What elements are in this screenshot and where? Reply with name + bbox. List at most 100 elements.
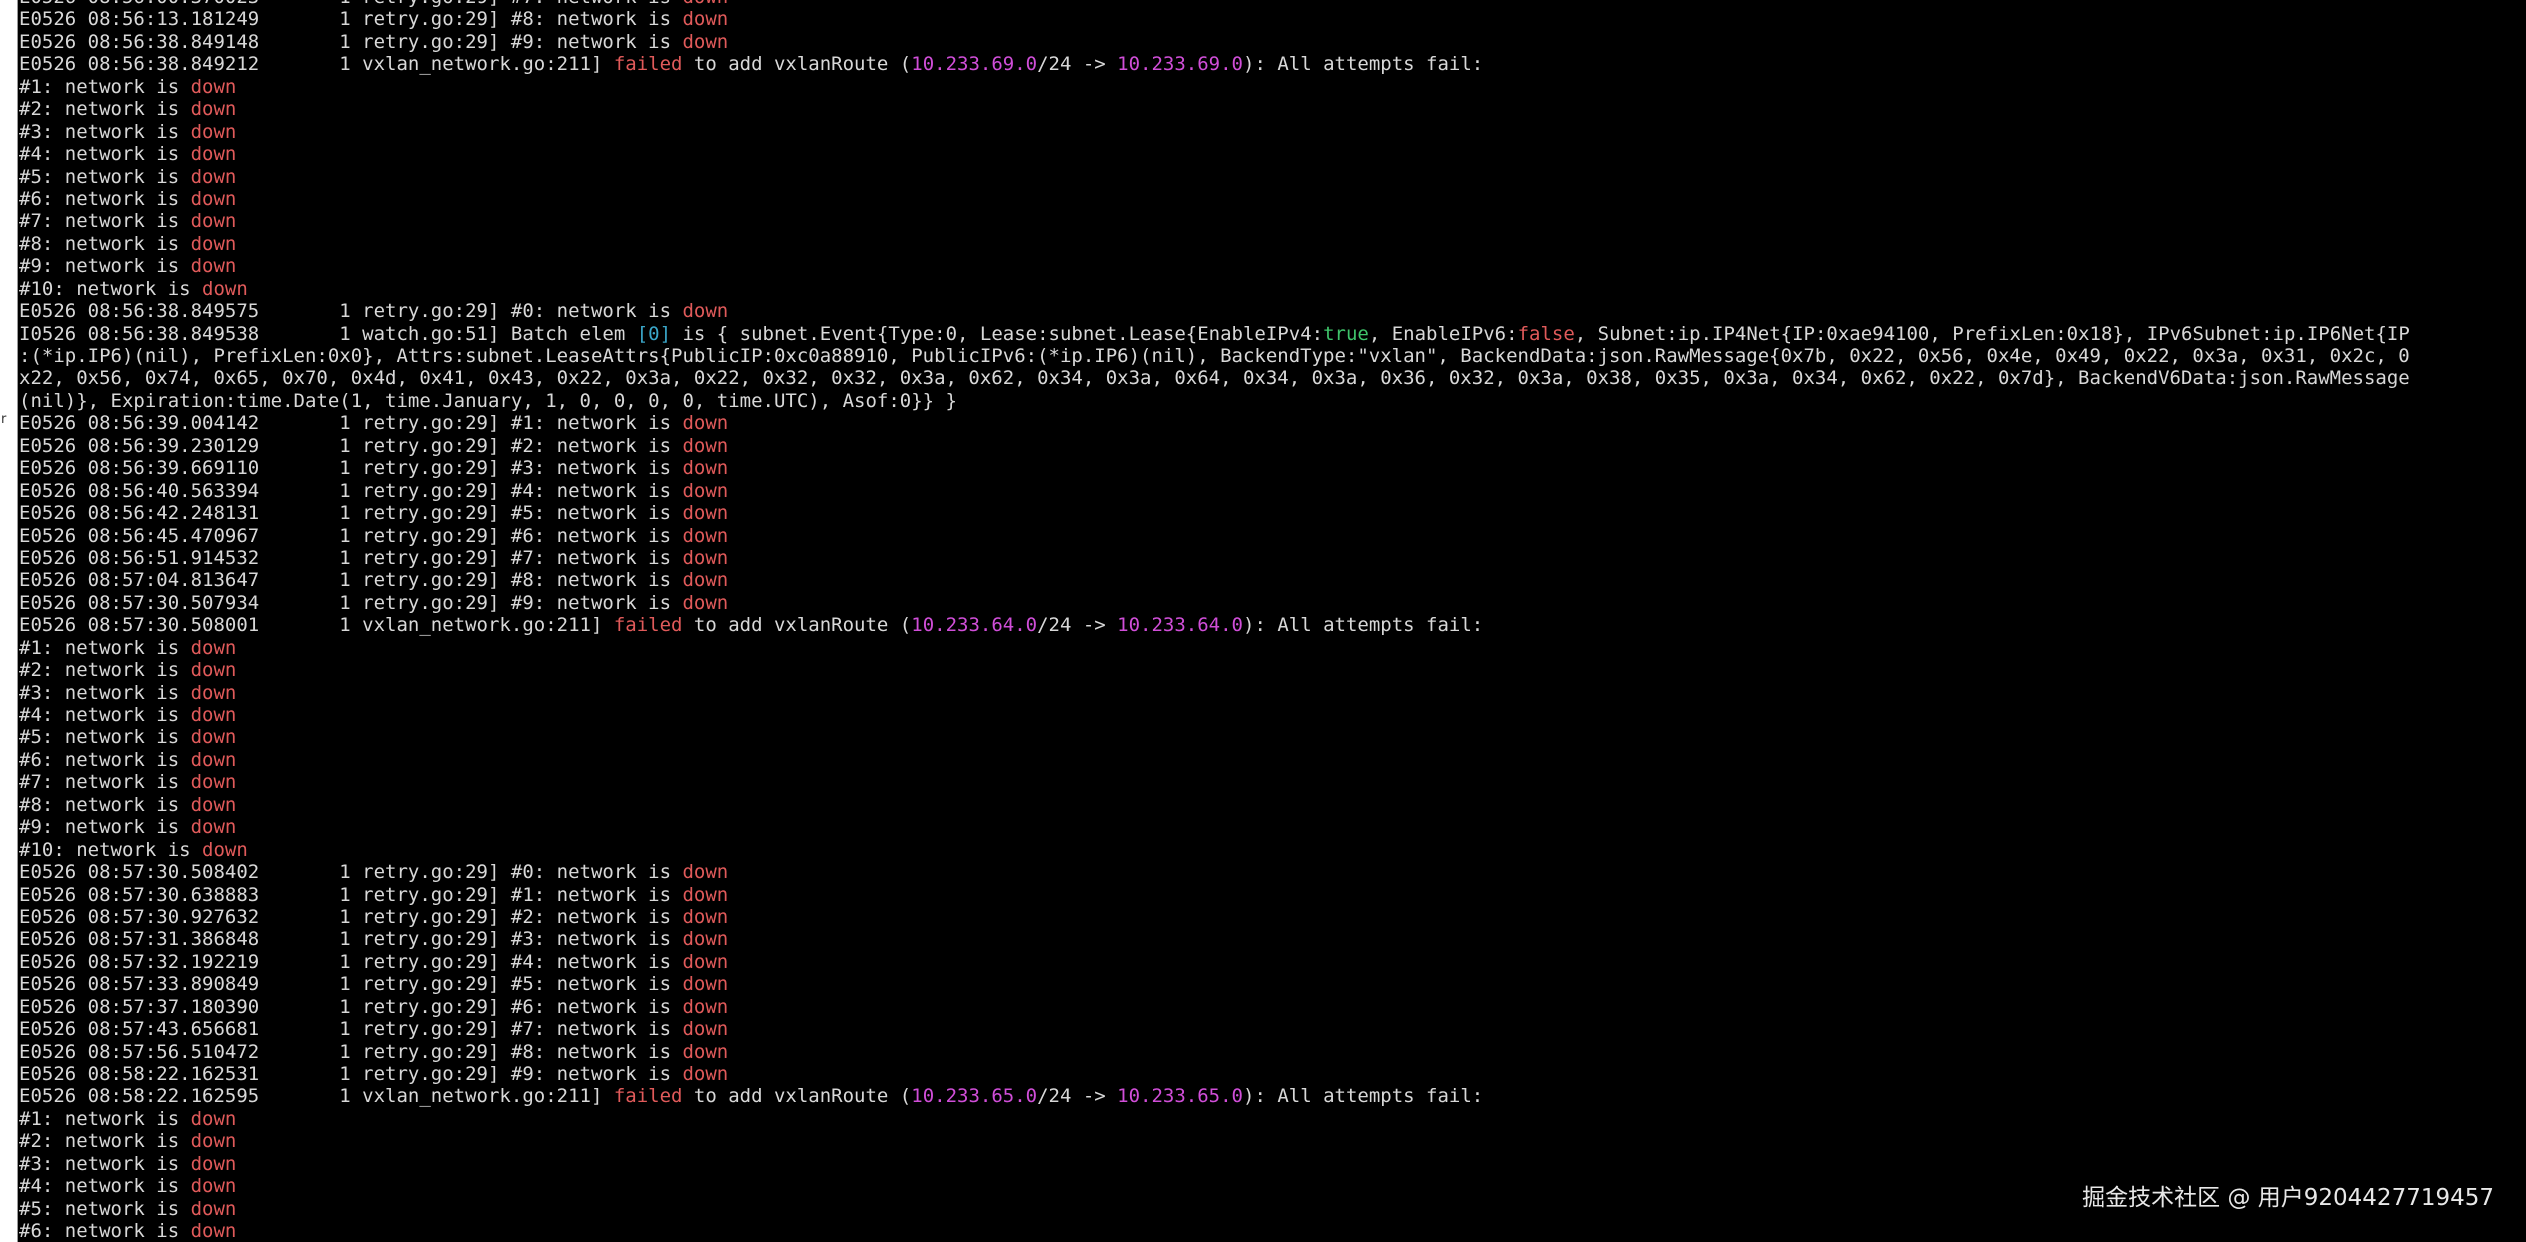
highlighted-token: down <box>190 704 237 726</box>
log-text: #5: network is <box>19 726 191 749</box>
log-text: to add vxlanRoute ( <box>682 614 912 637</box>
log-line: E0526 08:57:31.386848 1 retry.go:29] #3:… <box>19 928 2526 950</box>
highlighted-token: down <box>682 457 729 480</box>
log-line: E0526 08:57:37.180390 1 retry.go:29] #6:… <box>19 996 2526 1018</box>
log-text: (nil)}, Expiration:time.Date(1, time.Jan… <box>19 389 957 412</box>
log-line: #3: network is down <box>19 121 2526 143</box>
highlighted-token: down <box>682 479 729 502</box>
log-line: #7: network is down <box>19 771 2526 793</box>
highlighted-token: 10.233.69.0 <box>1117 53 1244 76</box>
highlighted-token: down <box>682 995 729 1018</box>
log-text: E0526 08:57:30.507934 1 retry.go:29] #9:… <box>19 591 683 614</box>
log-text: E0526 08:56:40.563394 1 retry.go:29] #4:… <box>19 479 683 502</box>
log-line: #10: network is down <box>19 278 2526 300</box>
log-text: E0526 08:57:33.890849 1 retry.go:29] #5:… <box>19 973 683 996</box>
log-text: #7: network is <box>19 771 191 794</box>
log-text: E0526 08:57:30.508001 1 vxlan_network.go… <box>19 614 614 637</box>
log-text: #8: network is <box>19 232 191 255</box>
log-text: E0526 08:56:51.914532 1 retry.go:29] #7:… <box>19 546 683 569</box>
log-text: to add vxlanRoute ( <box>682 53 912 76</box>
highlighted-token: down <box>682 524 729 547</box>
log-line: #9: network is down <box>19 255 2526 277</box>
log-text: #10: network is <box>19 838 203 861</box>
log-text: E0526 08:56:38.849212 1 vxlan_network.go… <box>19 53 614 76</box>
log-text: #4: network is <box>19 143 191 166</box>
highlighted-token: down <box>190 1107 237 1130</box>
log-line: #5: network is down <box>19 726 2526 748</box>
highlighted-token: down <box>190 659 237 682</box>
highlighted-token: down <box>682 861 729 884</box>
highlighted-token: down <box>190 1175 237 1198</box>
log-line: E0526 08:56:39.230129 1 retry.go:29] #2:… <box>19 435 2526 457</box>
log-line: E0526 08:56:38.849575 1 retry.go:29] #0:… <box>19 300 2526 322</box>
log-text: E0526 08:56:39.004142 1 retry.go:29] #1:… <box>19 412 683 435</box>
log-line: E0526 08:57:43.656681 1 retry.go:29] #7:… <box>19 1018 2526 1040</box>
highlighted-token: down <box>682 300 729 323</box>
log-text: #2: network is <box>19 98 191 121</box>
log-text: E0526 08:57:31.386848 1 retry.go:29] #3:… <box>19 928 683 951</box>
log-line: E0526 08:56:39.669110 1 retry.go:29] #3:… <box>19 457 2526 479</box>
highlighted-token: 10.233.65.0 <box>1117 1085 1244 1108</box>
highlighted-token: failed <box>613 614 683 637</box>
log-text: #6: network is <box>19 1220 191 1242</box>
log-line: (nil)}, Expiration:time.Date(1, time.Jan… <box>19 390 2526 412</box>
log-line: #6: network is down <box>19 1220 2526 1242</box>
terminal-output[interactable]: E0526 08:56:00.370023 1 retry.go:29] #7:… <box>19 0 2526 1242</box>
log-text: #2: network is <box>19 1130 191 1153</box>
log-line: E0526 08:57:30.508402 1 retry.go:29] #0:… <box>19 861 2526 883</box>
log-text: /24 -> <box>1037 614 1118 637</box>
log-text: E0526 08:56:39.230129 1 retry.go:29] #2:… <box>19 434 683 457</box>
highlighted-token: down <box>682 30 729 53</box>
log-line: :(*ip.IP6)(nil), PrefixLen:0x0}, Attrs:s… <box>19 345 2526 367</box>
highlighted-token: true <box>1323 322 1369 345</box>
log-text: /24 -> <box>1037 53 1118 76</box>
highlighted-token: down <box>190 143 237 166</box>
log-text: E0526 08:57:30.508402 1 retry.go:29] #0:… <box>19 861 683 884</box>
log-text: ): All attempts fail: <box>1243 614 1484 637</box>
highlighted-token: down <box>682 928 729 951</box>
log-text: E0526 08:56:38.849148 1 retry.go:29] #9:… <box>19 30 683 53</box>
highlighted-token: false <box>1517 322 1575 345</box>
highlighted-token: down <box>190 1197 237 1220</box>
log-text: #2: network is <box>19 659 191 682</box>
log-text: , EnableIPv6: <box>1368 322 1518 345</box>
log-text: #5: network is <box>19 165 191 188</box>
log-line: #2: network is down <box>19 98 2526 120</box>
log-text: E0526 08:56:38.849575 1 retry.go:29] #0:… <box>19 300 683 323</box>
highlighted-token: down <box>682 950 729 973</box>
log-text: ): All attempts fail: <box>1243 53 1484 76</box>
log-text: #3: network is <box>19 120 191 143</box>
log-text: E0526 08:56:39.669110 1 retry.go:29] #3:… <box>19 457 683 480</box>
log-text: #8: network is <box>19 793 191 816</box>
highlighted-token: down <box>190 1130 237 1153</box>
log-line: #7: network is down <box>19 210 2526 232</box>
log-text: x22, 0x56, 0x74, 0x65, 0x70, 0x4d, 0x41,… <box>19 367 2410 390</box>
highlighted-token: down <box>190 255 237 278</box>
log-line: #3: network is down <box>19 682 2526 704</box>
log-text: E0526 08:57:30.927632 1 retry.go:29] #2:… <box>19 905 683 928</box>
highlighted-token: down <box>202 838 248 861</box>
log-line: #3: network is down <box>19 1153 2526 1175</box>
highlighted-token: down <box>190 187 237 210</box>
highlighted-token: down <box>190 726 237 749</box>
highlighted-token: 10.233.69.0 <box>911 53 1038 76</box>
highlighted-token: failed <box>613 53 683 76</box>
log-text: #5: network is <box>19 1197 191 1220</box>
highlighted-token: down <box>190 1152 237 1175</box>
log-line: E0526 08:57:30.927632 1 retry.go:29] #2:… <box>19 906 2526 928</box>
log-line: E0526 08:56:13.181249 1 retry.go:29] #8:… <box>19 8 2526 30</box>
log-text: #4: network is <box>19 704 191 726</box>
highlighted-token: down <box>190 636 237 659</box>
highlighted-token: down <box>682 546 729 569</box>
highlighted-token: down <box>190 1220 237 1242</box>
log-line: x22, 0x56, 0x74, 0x65, 0x70, 0x4d, 0x41,… <box>19 367 2526 389</box>
highlighted-token: down <box>190 210 237 233</box>
watermark: 掘金技术社区 @ 用户9204427719457 <box>2082 1185 2494 1211</box>
log-text: #6: network is <box>19 748 191 771</box>
log-text: #3: network is <box>19 681 191 704</box>
highlighted-token: down <box>190 98 237 121</box>
log-line: E0526 08:56:45.470967 1 retry.go:29] #6:… <box>19 525 2526 547</box>
log-line: #6: network is down <box>19 188 2526 210</box>
log-text: E0526 08:57:43.656681 1 retry.go:29] #7:… <box>19 1018 683 1041</box>
log-line: E0526 08:57:32.192219 1 retry.go:29] #4:… <box>19 951 2526 973</box>
